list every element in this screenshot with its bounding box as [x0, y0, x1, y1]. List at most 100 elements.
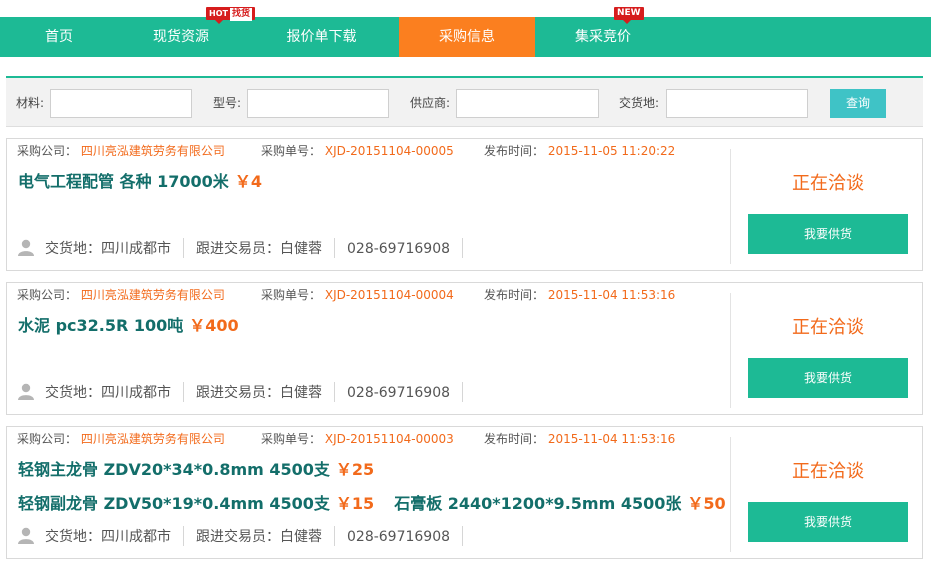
company-meta: 采购公司： 四川亮泓建筑劳务有限公司: [17, 431, 225, 447]
time-label: 发布时间：: [484, 288, 545, 302]
divider: [462, 238, 464, 258]
item-name: 水泥 pc32.5R 100吨: [18, 316, 184, 335]
person-icon: [18, 239, 34, 256]
publish-time: 2015-11-05 11:20:22: [547, 144, 676, 158]
delivery-location: 四川成都市: [101, 529, 171, 545]
divider: [334, 526, 335, 546]
search-bar: 材料: 型号: 供应商: 交货地: 查询: [6, 76, 923, 127]
listing-card: 采购公司： 四川亮泓建筑劳务有限公司 采购单号： XJD-20151104-00…: [6, 138, 923, 271]
supply-button[interactable]: 我要供货: [748, 214, 908, 254]
nav-quote-download[interactable]: 报价单下载: [244, 17, 399, 57]
trader-name: 白健蓉: [280, 241, 322, 257]
phone-number: 028-69716908: [347, 385, 451, 401]
item-line[interactable]: 电气工程配管 各种 17000米 ￥4: [18, 170, 262, 194]
supply-button[interactable]: 我要供货: [748, 502, 908, 542]
new-badge: NEW: [614, 7, 644, 24]
time-label: 发布时间：: [484, 144, 545, 158]
item-line[interactable]: 轻钢主龙骨 ZDV20*34*0.8mm 4500支 ￥25: [18, 458, 374, 482]
phone-number: 028-69716908: [347, 529, 451, 545]
listing-footer: 交货地：四川成都市 跟进交易员：白健蓉 028-69716908: [17, 381, 475, 405]
company-meta: 采购公司： 四川亮泓建筑劳务有限公司: [17, 287, 225, 303]
time-meta: 发布时间： 2015-11-04 11:53:16: [484, 431, 675, 447]
divider: [183, 526, 184, 546]
order-label: 采购单号：: [261, 144, 322, 158]
person-icon: [18, 383, 34, 400]
order-number: XJD-20151104-00003: [324, 432, 454, 446]
supplier-label: 供应商:: [410, 96, 451, 110]
publish-time: 2015-11-04 11:53:16: [547, 432, 676, 446]
item-price: ￥15: [335, 494, 375, 513]
negotiation-status: 正在洽谈: [792, 461, 864, 482]
time-meta: 发布时间： 2015-11-04 11:53:16: [484, 287, 675, 303]
company-name[interactable]: 四川亮泓建筑劳务有限公司: [81, 288, 225, 302]
nav-spot-resources-label: 现货资源: [153, 29, 209, 45]
hot-badge-prefix: HOT: [209, 7, 228, 20]
company-label: 采购公司：: [17, 432, 78, 446]
company-label: 采购公司：: [17, 144, 78, 158]
divider: [462, 382, 464, 402]
nav-bidding-label: 集采竞价: [575, 29, 631, 45]
delivery-meta-label: 交货地：: [45, 241, 101, 257]
item-name: 电气工程配管 各种 17000米: [18, 172, 229, 191]
time-label: 发布时间：: [484, 432, 545, 446]
delivery-label: 交货地:: [619, 96, 660, 110]
order-number: XJD-20151104-00004: [324, 288, 454, 302]
publish-time: 2015-11-04 11:53:16: [547, 288, 676, 302]
vertical-divider: [730, 293, 731, 408]
delivery-location: 四川成都市: [101, 241, 171, 257]
material-label: 材料:: [16, 96, 45, 110]
nav-home[interactable]: 首页: [0, 17, 118, 57]
divider: [334, 382, 335, 402]
time-meta: 发布时间： 2015-11-05 11:20:22: [484, 143, 675, 159]
nav-spot-resources[interactable]: 现货资源 HOT 找货: [118, 7, 255, 57]
material-input[interactable]: [50, 89, 192, 118]
trader-name: 白健蓉: [280, 529, 322, 545]
company-name[interactable]: 四川亮泓建筑劳务有限公司: [81, 144, 225, 158]
item-price: ￥25: [335, 460, 375, 479]
item-line[interactable]: 水泥 pc32.5R 100吨 ￥400: [18, 314, 239, 338]
order-number: XJD-20151104-00005: [324, 144, 454, 158]
order-meta: 采购单号： XJD-20151104-00005: [261, 143, 454, 159]
delivery-location: 四川成都市: [101, 385, 171, 401]
trader-label: 跟进交易员：: [196, 385, 280, 401]
search-button[interactable]: 查询: [830, 89, 886, 118]
model-label: 型号:: [213, 96, 242, 110]
item-name: 轻钢副龙骨 ZDV50*19*0.4mm 4500支: [18, 494, 330, 513]
item-name: 轻钢主龙骨 ZDV20*34*0.8mm 4500支: [18, 460, 330, 479]
delivery-meta-label: 交货地：: [45, 385, 101, 401]
nav-bidding[interactable]: 集采竞价 NEW: [535, 7, 671, 57]
negotiation-status: 正在洽谈: [792, 317, 864, 338]
company-name[interactable]: 四川亮泓建筑劳务有限公司: [81, 432, 225, 446]
trader-label: 跟进交易员：: [196, 241, 280, 257]
supply-button[interactable]: 我要供货: [748, 358, 908, 398]
delivery-meta-label: 交货地：: [45, 529, 101, 545]
delivery-input[interactable]: [666, 89, 808, 118]
trader-label: 跟进交易员：: [196, 529, 280, 545]
nav-purchase-info[interactable]: 采购信息: [399, 17, 535, 57]
divider: [462, 526, 464, 546]
trader-name: 白健蓉: [280, 385, 322, 401]
item-line[interactable]: 轻钢副龙骨 ZDV50*19*0.4mm 4500支 ￥15 石膏板 2440*12…: [18, 492, 726, 516]
model-input[interactable]: [247, 89, 389, 118]
order-meta: 采购单号： XJD-20151104-00004: [261, 287, 454, 303]
listing-footer: 交货地：四川成都市 跟进交易员：白健蓉 028-69716908: [17, 237, 475, 261]
item-price: ￥4: [234, 172, 262, 191]
new-badge-text: NEW: [617, 8, 641, 18]
nav-quote-download-label: 报价单下载: [286, 29, 357, 45]
main-nav: 首页 现货资源 HOT 找货 报价单下载 采购信息 集采竞价 NEW: [0, 7, 931, 57]
divider: [334, 238, 335, 258]
negotiation-status: 正在洽谈: [792, 173, 864, 194]
person-icon: [18, 527, 34, 544]
item-price: ￥50: [687, 494, 726, 513]
item-price: ￥400: [189, 316, 239, 335]
company-label: 采购公司：: [17, 288, 78, 302]
order-meta: 采购单号： XJD-20151104-00003: [261, 431, 454, 447]
nav-home-label: 首页: [45, 29, 73, 45]
supplier-input[interactable]: [456, 89, 599, 118]
listing-card: 采购公司： 四川亮泓建筑劳务有限公司 采购单号： XJD-20151104-00…: [6, 282, 923, 415]
vertical-divider: [730, 149, 731, 264]
order-label: 采购单号：: [261, 288, 322, 302]
vertical-divider: [730, 437, 731, 552]
phone-number: 028-69716908: [347, 241, 451, 257]
order-label: 采购单号：: [261, 432, 322, 446]
